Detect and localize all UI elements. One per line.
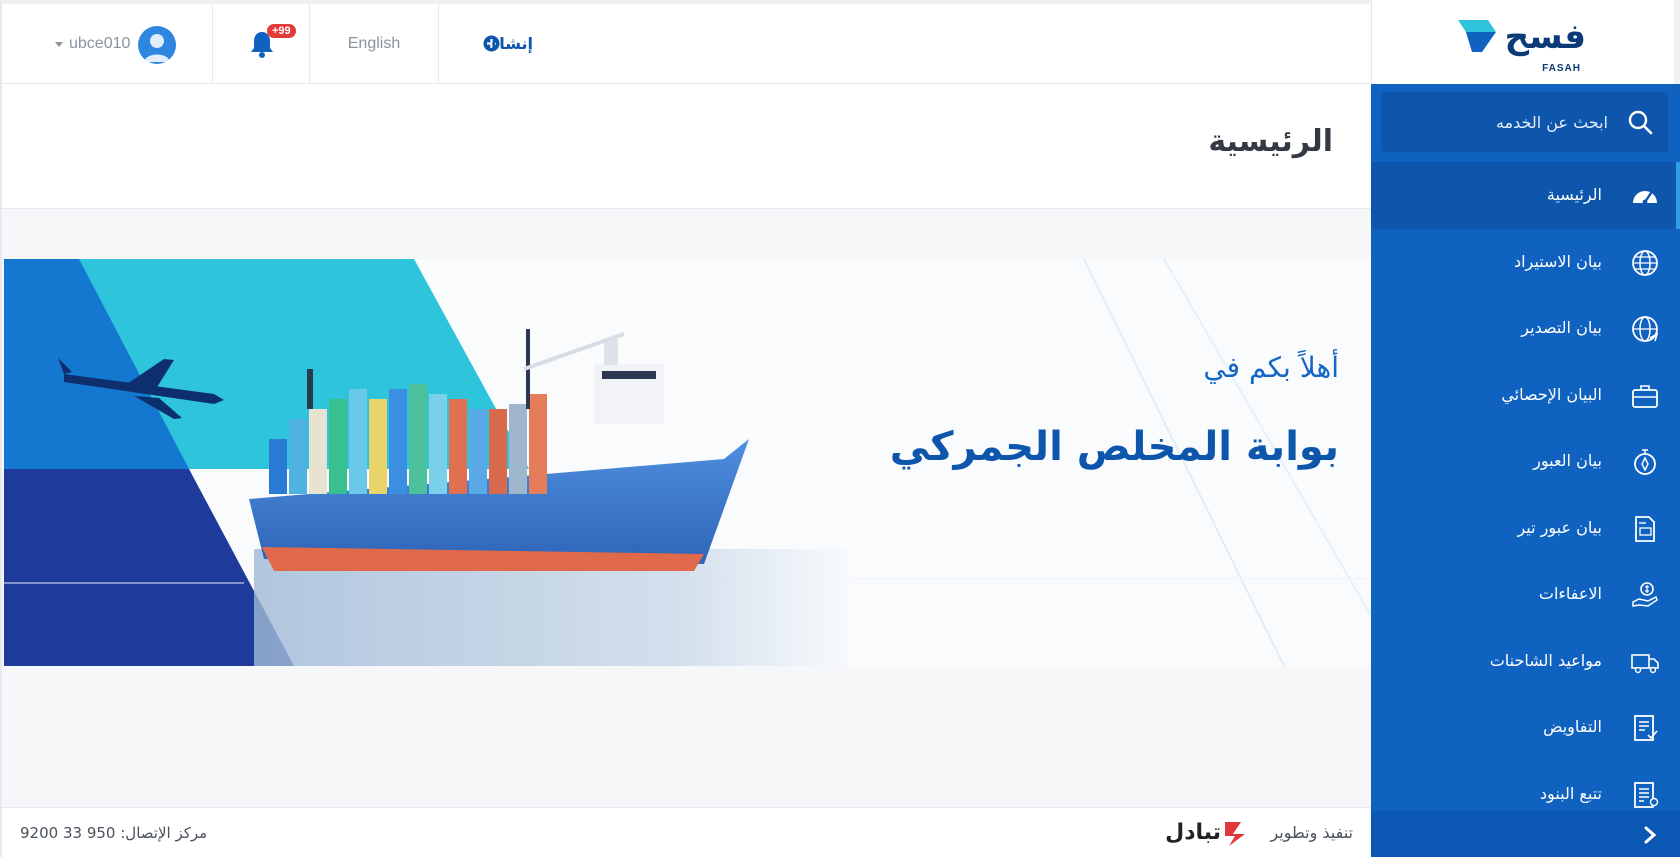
language-label: English (347, 35, 401, 52)
sidebar-item-label: بيان الاستيراد (1513, 251, 1602, 271)
caret-down-icon (55, 42, 63, 47)
sidebar-item-label: مواعيد الشاحنات (1489, 650, 1602, 670)
developed-by-label: تنفيذ وتطوير (1270, 823, 1353, 842)
app-root: ubce010 +99 English إنشاء الرئيسية أهلاً… (0, 0, 1680, 857)
top-bar: ubce010 +99 English إنشاء (0, 0, 1371, 84)
sidebar-item-statistical-declaration[interactable]: البيان الإحصائي (1371, 362, 1680, 429)
sidebar-item-import-declaration[interactable]: بيان الاستيراد (1371, 229, 1680, 296)
chevron-right-icon (1644, 826, 1657, 844)
truck-icon (1631, 653, 1659, 673)
tabadul-logo-icon (1225, 822, 1245, 846)
notifications-button[interactable]: +99 (212, 4, 309, 84)
brand-name-ar: فسح (1504, 17, 1587, 57)
tir-document-icon (1635, 515, 1655, 542)
welcome-text: أهلاً بكم في (1203, 351, 1339, 384)
page-title: الرئيسية (1208, 124, 1333, 159)
sidebar-item-authorizations[interactable]: التفاويض (1371, 694, 1680, 761)
avatar (138, 26, 176, 64)
sidebar-item-export-declaration[interactable]: بيان التصدير (1371, 295, 1680, 362)
brand-name-en: FASAH (1542, 63, 1581, 74)
briefcase-icon (1632, 384, 1658, 408)
search-icon[interactable] (1626, 108, 1654, 136)
globe-export-icon (1632, 316, 1659, 342)
sidebar-item-transit-declaration[interactable]: بيان العبور (1371, 428, 1680, 495)
tabadul-logo-text: تبادل (1165, 820, 1221, 845)
compass-icon (1634, 449, 1656, 475)
dashboard-gauge-icon (1633, 191, 1657, 205)
sidebar-item-label: بيان العبور (1533, 451, 1602, 470)
create-label: إنشاء (491, 34, 533, 53)
service-search-input[interactable] (1398, 92, 1608, 152)
sidebar-item-home[interactable]: الرئيسية (1371, 162, 1680, 229)
username: ubce010 (69, 35, 131, 52)
main-content: أهلاً بكم في بوابة المخلص الجمركي (0, 209, 1373, 807)
portal-title: بوابة المخلص الجمركي (889, 424, 1339, 470)
sidebar-item-truck-appointments[interactable]: مواعيد الشاحنات (1371, 628, 1680, 695)
contact-center: مركز الإتصال: 950 33 9200 (20, 824, 208, 842)
sidebar-item-label: البيان الإحصائي (1501, 384, 1602, 404)
globe-import-icon (1632, 249, 1658, 276)
sidebar-item-label: الاعفاءات (1538, 584, 1602, 603)
sidebar-item-exemptions[interactable]: الاعفاءات (1371, 561, 1680, 628)
footer: مركز الإتصال: 950 33 9200 تنفيذ وتطوير ت… (0, 807, 1371, 857)
page-header: الرئيسية (0, 84, 1371, 209)
hand-dollar-icon (1632, 582, 1658, 607)
create-button[interactable]: إنشاء (438, 4, 571, 84)
notifications-badge: +99 (267, 24, 296, 38)
sidebar-item-label: بيان التصدير (1521, 318, 1602, 337)
service-search (1381, 92, 1668, 152)
sidebar: فسح FASAH الرئيسية بيان الاستيراد بيان ا… (1371, 0, 1680, 857)
sidebar-item-label: الرئيسية (1546, 185, 1602, 204)
fasah-logo-mark (1458, 20, 1496, 52)
sidebar-collapse-button[interactable] (1371, 811, 1680, 857)
language-switch[interactable]: English (309, 4, 438, 84)
sidebar-nav: الرئيسية بيان الاستيراد بيان التصدير الب… (1371, 162, 1680, 827)
user-menu[interactable]: ubce010 (2, 4, 212, 84)
welcome-banner: أهلاً بكم في بوابة المخلص الجمركي (4, 259, 1373, 666)
sidebar-item-tir-transit[interactable]: بيان عبور تير (1371, 495, 1680, 562)
authorization-document-icon (1634, 715, 1658, 741)
sidebar-item-label: بيان عبور تير (1517, 517, 1602, 537)
sidebar-item-label: التفاويض (1543, 717, 1602, 736)
track-items-icon (1634, 781, 1659, 808)
brand-logo[interactable]: فسح FASAH (1371, 0, 1680, 84)
